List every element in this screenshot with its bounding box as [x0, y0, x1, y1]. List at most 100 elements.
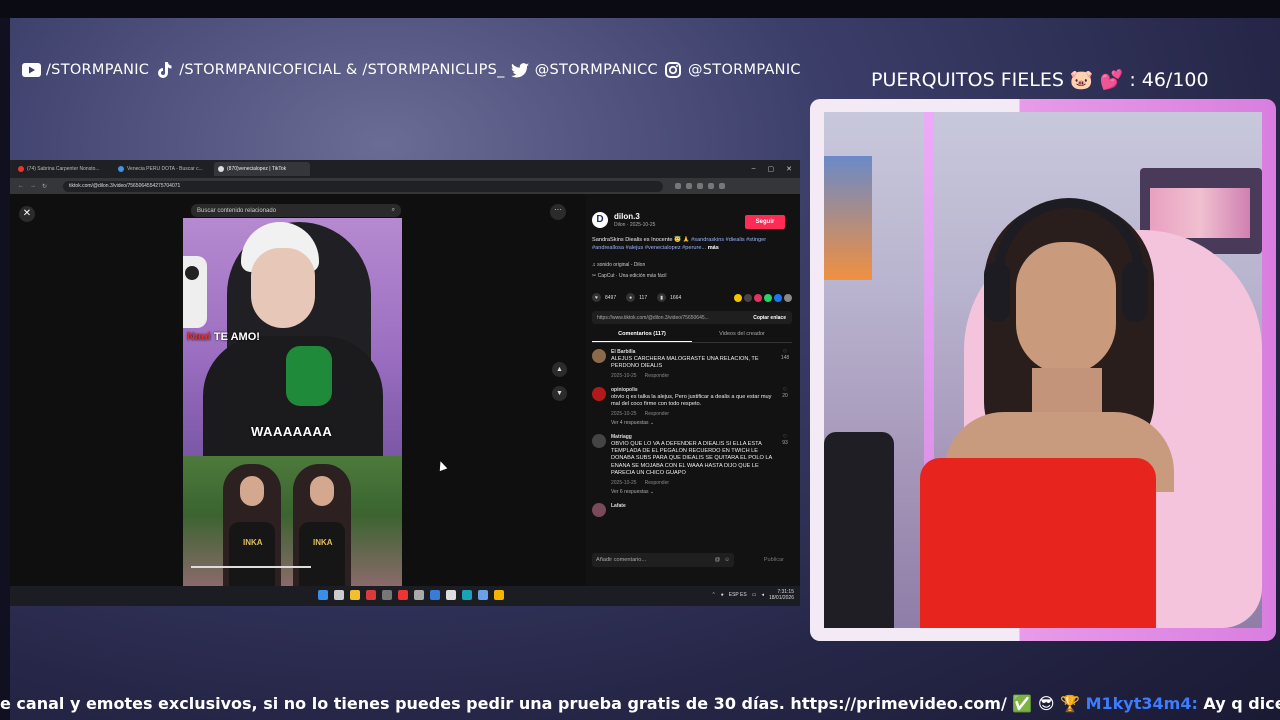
maximize-icon[interactable]: ▢ [768, 165, 775, 173]
system-tray: ⌃ ● ESP ES ▭ ◂ 7:31:15 18/01/2026 [712, 589, 795, 601]
reply-link[interactable]: Responder [645, 480, 669, 486]
speaker-icon[interactable]: ◂ [761, 592, 764, 598]
video-progress[interactable] [191, 566, 311, 568]
video-current[interactable]: Naui TE AMO! WAAAAAAA [183, 218, 402, 456]
comment-input-placeholder: Añadir comentario... [596, 557, 647, 563]
comment-avatar[interactable] [592, 502, 606, 517]
view-replies-link[interactable]: Ver 4 respuestas ⌄ [611, 420, 773, 426]
face-graphic [310, 476, 334, 506]
sound-info[interactable]: ♫ sonido original - Dilon [592, 262, 645, 268]
profile-icon[interactable] [719, 183, 726, 189]
taskview-icon[interactable] [334, 590, 344, 600]
mention-icon[interactable]: @ [715, 557, 721, 563]
share-icons [734, 293, 792, 302]
comment-like[interactable]: ♡ 93 [778, 434, 792, 495]
comment-item: opiniopolis obvio q es talka la alejus, … [592, 386, 792, 426]
taskbar-clock[interactable]: 7:31:15 18/01/2026 [769, 589, 794, 601]
extension-icon[interactable] [686, 183, 693, 189]
mic-icon[interactable]: ● [721, 592, 724, 598]
wall-poster [824, 156, 872, 280]
more-link[interactable]: más [708, 245, 719, 251]
author-username[interactable]: dilon.3 [614, 212, 655, 221]
emoji-icon[interactable]: ☺ [724, 557, 730, 563]
comment-avatar[interactable] [592, 386, 606, 401]
extension-icon[interactable] [708, 183, 715, 189]
app-icon[interactable] [414, 590, 424, 600]
description-text: SandraSkins Diealis es Inocente 😇 🙏 [592, 237, 690, 243]
app-icon[interactable] [366, 590, 376, 600]
social-twitter: @STORMPANICC [511, 62, 658, 78]
comment-author[interactable]: Lafate [611, 503, 792, 509]
facebook-icon[interactable] [774, 293, 782, 302]
tab-comments[interactable]: Comentarios (117) [592, 331, 692, 342]
comment-like[interactable]: ♡ 20 [778, 387, 792, 426]
app-icon[interactable] [382, 590, 392, 600]
url-text: tiktok.com/@dilon.3/video/75650645542757… [69, 183, 181, 189]
next-video-icon[interactable]: ▼ [552, 386, 567, 401]
author-info[interactable]: D dilon.3 Dilon · 2025-10-25 [592, 212, 655, 228]
url-field[interactable]: tiktok.com/@dilon.3/video/75650645542757… [63, 180, 664, 192]
edge-icon[interactable] [462, 590, 472, 600]
comment-author[interactable]: El Barbilla [611, 349, 773, 355]
green-figure-graphic [286, 346, 332, 406]
chrome-icon[interactable] [494, 590, 504, 600]
comment-input[interactable]: Añadir comentario... @ ☺ [592, 553, 734, 567]
brave-icon[interactable] [398, 590, 408, 600]
extension-icon[interactable] [675, 183, 682, 189]
comment-icon[interactable]: ● [626, 293, 636, 302]
file-explorer-icon[interactable] [350, 590, 360, 600]
share-icon[interactable] [734, 293, 742, 302]
follow-button[interactable]: Seguir [745, 215, 785, 229]
copy-link-button[interactable]: Copiar enlace [753, 315, 786, 321]
shirt-logo: INKA [313, 538, 333, 547]
add-comment-row: Añadir comentario... @ ☺ Publicar [592, 552, 792, 568]
minimize-icon[interactable]: – [752, 165, 756, 173]
app-icon[interactable] [478, 590, 488, 600]
forward-icon[interactable]: → [30, 183, 36, 189]
tab-tiktok[interactable]: (870)venecialopez | TikTok [214, 162, 310, 176]
reply-link[interactable]: Responder [645, 373, 669, 379]
tab-creator-videos[interactable]: Videos del creador [692, 331, 792, 342]
windows-start-icon[interactable] [318, 590, 328, 600]
tray-chevron-icon[interactable]: ⌃ [712, 592, 716, 598]
video-link[interactable]: https://www.tiktok.com/@dilon.3/video/75… [597, 315, 709, 321]
video-next[interactable]: INKA INKA [183, 456, 402, 586]
comment-author[interactable]: Matriagg [611, 434, 773, 440]
social-youtube-text: /STORMPANIC [46, 62, 150, 78]
network-icon[interactable]: ▭ [752, 592, 757, 598]
prev-video-icon[interactable]: ▲ [552, 362, 567, 377]
more-options-icon[interactable]: ··· [550, 204, 566, 220]
comment-like[interactable]: ♡ 148 [778, 349, 792, 379]
reload-icon[interactable]: ↻ [42, 183, 47, 190]
follower-goal: PUERQUITOS FIELES 🐷 💕 : 46/100 [871, 69, 1209, 91]
extension-icon[interactable] [697, 183, 704, 189]
social-tiktok-text: /STORMPANICOFICIAL & /STORMPANICLIPS_ [179, 62, 505, 78]
heart-icon[interactable]: ♥ [592, 293, 601, 302]
view-replies-link[interactable]: Ver 6 respuestas ⌄ [611, 489, 773, 495]
search-icon[interactable]: ⌕ [392, 207, 395, 214]
comment-author[interactable]: opiniopolis [611, 387, 773, 393]
forward-share-icon[interactable] [784, 293, 792, 302]
send-icon[interactable] [754, 293, 762, 302]
reply-link[interactable]: Responder [645, 411, 669, 417]
capcut-info[interactable]: ✂ CapCut · Una edición más fácil [592, 273, 667, 279]
app-icon[interactable] [446, 590, 456, 600]
related-search-input[interactable]: Buscar contenido relacionado ⌕ [191, 204, 401, 217]
comment-avatar[interactable] [592, 433, 606, 448]
tab-youtube[interactable]: (74) Sabrina Carpenter Nonsto... [14, 162, 110, 176]
shirt-logo: INKA [243, 538, 263, 547]
comment-avatar[interactable] [592, 349, 606, 363]
avatar[interactable]: D [592, 212, 608, 228]
headset-earcup [984, 262, 1010, 322]
close-viewer-icon[interactable]: ✕ [19, 206, 35, 222]
related-search-placeholder: Buscar contenido relacionado [197, 207, 277, 214]
lang-indicator[interactable]: ESP ES [729, 592, 747, 598]
close-window-icon[interactable]: ✕ [786, 165, 792, 173]
back-icon[interactable]: ← [18, 183, 24, 189]
embed-icon[interactable] [744, 293, 752, 302]
bookmark-icon[interactable]: ▮ [657, 293, 667, 302]
tab-google[interactable]: Venecia PERU DOTA - Buscar c... [114, 162, 210, 176]
app-icon[interactable] [430, 590, 440, 600]
whatsapp-icon[interactable] [764, 293, 772, 302]
publish-button[interactable]: Publicar [764, 557, 784, 563]
